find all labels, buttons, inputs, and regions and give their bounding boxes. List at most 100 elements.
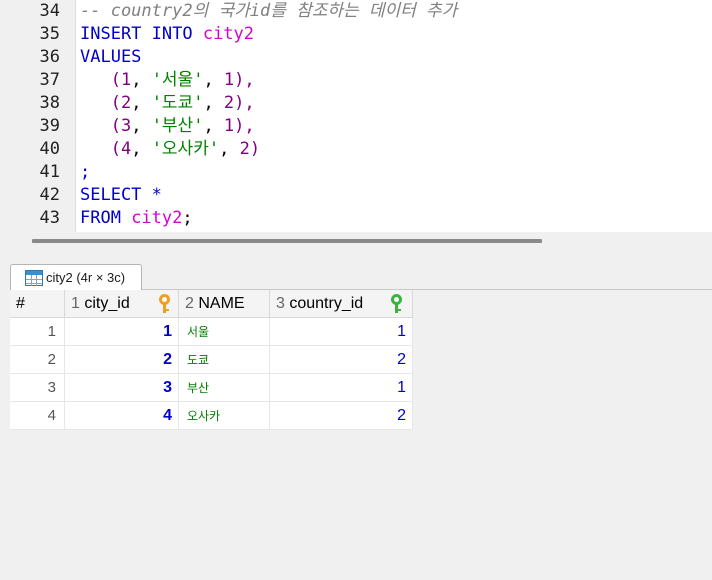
code-token: 1	[223, 116, 235, 136]
result-grid[interactable]: # 1 city_id 2 NAME 3 country_id 1 1 서울 1…	[10, 290, 413, 430]
code-token: ,	[131, 70, 152, 90]
table-row[interactable]: 2 2 도쿄 2	[10, 346, 413, 374]
code-token: (	[80, 116, 121, 136]
line-number: 37	[39, 70, 60, 90]
code-token: ,	[131, 139, 152, 159]
row-number: 3	[10, 374, 65, 402]
code-text: (1, '서울', 1),	[80, 69, 255, 92]
code-text: ;	[80, 161, 90, 184]
cell-name[interactable]: 도쿄	[179, 346, 270, 374]
table-row[interactable]: 4 4 오사카 2	[10, 402, 413, 430]
code-text: (4, '오사카', 2)	[80, 138, 260, 161]
cell-country-id[interactable]: 1	[270, 318, 413, 346]
result-tab-city2[interactable]: city2 (4r × 3c)	[10, 264, 142, 291]
code-text: SELECT *	[80, 184, 162, 207]
code-token: )	[249, 139, 261, 159]
code-token: city2	[131, 208, 183, 228]
code-line[interactable]: 40 (4, '오사카', 2)	[0, 138, 712, 161]
header-city-id[interactable]: 1 city_id	[65, 290, 179, 318]
code-token: '서울'	[151, 70, 204, 90]
code-text: (2, '도쿄', 2),	[80, 92, 255, 115]
code-token: (	[80, 139, 121, 159]
cell-city-id[interactable]: 4	[65, 402, 179, 430]
code-token: (	[80, 70, 121, 90]
line-number: 34	[39, 1, 60, 21]
code-token: ),	[234, 93, 255, 113]
code-token: 1	[223, 70, 235, 90]
code-token: 2	[120, 93, 132, 113]
code-token: 4	[120, 139, 132, 159]
code-token: VALUES	[80, 47, 142, 67]
code-token: ),	[234, 70, 255, 90]
code-token: ,	[219, 139, 240, 159]
code-token: ,	[203, 93, 224, 113]
code-text: -- country2의 국가id를 참조하는 데이터 추가	[80, 0, 457, 23]
sql-editor[interactable]: 34 -- country2의 국가id를 참조하는 데이터 추가 35 INSERT…	[0, 0, 712, 232]
line-number: 35	[39, 24, 60, 44]
editor-horizontal-scrollbar[interactable]	[0, 232, 712, 250]
line-number: 43	[39, 208, 60, 228]
cell-city-id[interactable]: 3	[65, 374, 179, 402]
cell-country-id[interactable]: 2	[270, 346, 413, 374]
cell-city-id[interactable]: 2	[65, 346, 179, 374]
code-line[interactable]: 41;	[0, 161, 712, 184]
scrollbar-thumb[interactable]	[32, 239, 542, 243]
code-line[interactable]: 39 (3, '부산', 1),	[0, 115, 712, 138]
cell-country-id[interactable]: 2	[270, 402, 413, 430]
foreign-key-icon	[389, 294, 403, 314]
code-token: ;	[182, 208, 193, 228]
row-number: 2	[10, 346, 65, 374]
cell-country-id[interactable]: 1	[270, 374, 413, 402]
code-line[interactable]: 34 -- country2의 국가id를 참조하는 데이터 추가	[0, 0, 712, 23]
header-country-id[interactable]: 3 country_id	[270, 290, 413, 318]
row-number: 4	[10, 402, 65, 430]
code-token: '오사카'	[151, 139, 220, 159]
code-line[interactable]: 35 INSERT INTO city2	[0, 23, 712, 46]
code-line[interactable]: 36 VALUES	[0, 46, 712, 69]
row-number: 1	[10, 318, 65, 346]
code-text: FROM city2;	[80, 207, 193, 230]
line-number: 38	[39, 93, 60, 113]
code-token: ,	[203, 70, 224, 90]
code-token: '부산'	[151, 116, 204, 136]
code-token: *	[151, 185, 162, 205]
line-number: 39	[39, 116, 60, 136]
line-number: 42	[39, 185, 60, 205]
code-line[interactable]: 37 (1, '서울', 1),	[0, 69, 712, 92]
table-row[interactable]: 1 1 서울 1	[10, 318, 413, 346]
tab-label: city2 (4r × 3c)	[46, 270, 126, 285]
code-line[interactable]: 38 (2, '도쿄', 2),	[0, 92, 712, 115]
cell-name[interactable]: 오사카	[179, 402, 270, 430]
code-text: VALUES	[80, 46, 141, 69]
code-token: city2	[202, 24, 255, 44]
code-token: ,	[131, 93, 152, 113]
code-token: 1	[120, 70, 132, 90]
code-token: 2	[223, 93, 235, 113]
code-token: '도쿄'	[151, 93, 204, 113]
code-token: INSERT INTO	[80, 24, 203, 44]
header-rownum: #	[10, 290, 65, 318]
line-number: 40	[39, 139, 60, 159]
code-text: INSERT INTO city2	[80, 23, 254, 46]
code-token: SELECT	[80, 185, 152, 205]
code-token: ),	[234, 116, 255, 136]
table-icon	[25, 270, 43, 286]
cell-city-id[interactable]: 1	[65, 318, 179, 346]
header-name[interactable]: 2 NAME	[179, 290, 270, 318]
code-token: -- country2의 국가id를 참조하는 데이터 추가	[80, 1, 458, 21]
code-token: 2	[239, 139, 250, 159]
line-number: 36	[39, 47, 60, 67]
code-token: 3	[120, 116, 132, 136]
code-token: (	[80, 93, 121, 113]
primary-key-icon	[157, 294, 171, 314]
code-token: ;	[80, 162, 91, 182]
line-number: 41	[39, 162, 60, 182]
table-row[interactable]: 3 3 부산 1	[10, 374, 413, 402]
code-token: ,	[131, 116, 152, 136]
cell-name[interactable]: 서울	[179, 318, 270, 346]
code-line[interactable]: 42 SELECT *	[0, 184, 712, 207]
cell-name[interactable]: 부산	[179, 374, 270, 402]
code-token: FROM	[80, 208, 132, 228]
code-line[interactable]: 43 FROM city2;	[0, 207, 712, 230]
code-token: ,	[203, 116, 224, 136]
